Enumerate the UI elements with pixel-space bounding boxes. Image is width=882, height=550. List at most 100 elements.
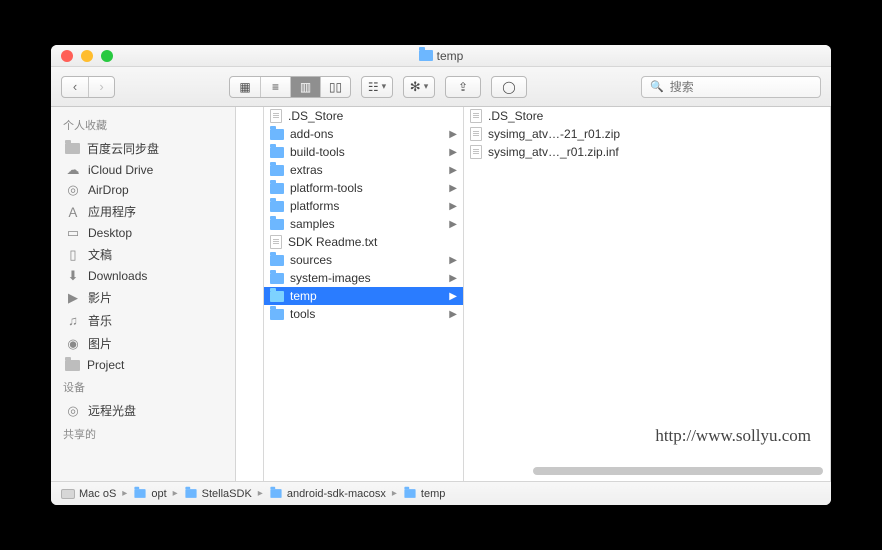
column-1: .DS_Storeadd-ons▶build-tools▶extras▶plat… — [264, 107, 464, 481]
view-list-button[interactable]: ≡ — [260, 77, 290, 97]
file-row[interactable]: sysimg_atv…-21_r01.zip — [464, 125, 830, 143]
sidebar-item[interactable]: Project — [51, 355, 235, 375]
file-icon — [470, 127, 482, 141]
search-input[interactable] — [670, 80, 825, 94]
sidebar-item[interactable]: ◉图片 — [51, 332, 235, 355]
file-row[interactable]: sysimg_atv…_r01.zip.inf — [464, 143, 830, 161]
file-row[interactable]: platforms ▶ — [264, 197, 463, 215]
file-row[interactable]: add-ons ▶ — [264, 125, 463, 143]
path-segment[interactable]: Mac oS — [79, 488, 116, 500]
chevron-right-icon: ▶ — [449, 165, 457, 176]
forward-button[interactable]: › — [88, 77, 114, 97]
sidebar-item[interactable]: ⬇︎Downloads — [51, 266, 235, 286]
folder-icon — [270, 129, 284, 140]
sidebar-item[interactable]: ▶︎影片 — [51, 286, 235, 309]
share-button[interactable]: ⇪ — [445, 76, 481, 98]
view-gallery-button[interactable]: ▯▯ — [320, 77, 350, 97]
gear-icon: ✻ — [410, 79, 421, 95]
chevron-right-icon: ▶ — [449, 309, 457, 320]
chevron-right-icon: ▶ — [449, 129, 457, 140]
list-icon: ≡ — [272, 80, 279, 94]
sidebar-section-header: 设备 — [51, 375, 235, 399]
chevron-right-icon: ▶ — [449, 219, 457, 230]
file-row[interactable]: tools ▶ — [264, 305, 463, 323]
file-row[interactable]: sources ▶ — [264, 251, 463, 269]
sidebar-item-label: 应用程序 — [88, 203, 136, 220]
cloud-icon: ☁︎ — [65, 163, 81, 177]
file-row[interactable]: platform-tools▶ — [264, 179, 463, 197]
sidebar-item-label: Downloads — [88, 269, 147, 283]
movies-icon: ▶︎ — [65, 291, 81, 305]
sidebar-item[interactable]: ◎AirDrop — [51, 180, 235, 200]
folder-icon — [270, 165, 284, 176]
file-row[interactable]: SDK Readme.txt — [264, 233, 463, 251]
folder-icon — [270, 147, 284, 158]
search-icon: 🔍 — [650, 80, 664, 93]
file-name: add-ons — [290, 127, 333, 141]
sidebar-item[interactable]: ▭Desktop — [51, 223, 235, 243]
file-icon — [270, 235, 282, 249]
music-icon: ♫ — [65, 314, 81, 328]
file-row[interactable]: .DS_Store — [464, 107, 830, 125]
sidebar-item[interactable]: 百度云同步盘 — [51, 137, 235, 160]
column-2: .DS_Storesysimg_atv…-21_r01.zipsysimg_at… — [464, 107, 831, 481]
horizontal-scrollbar[interactable] — [236, 467, 823, 477]
file-name: sources — [290, 253, 332, 267]
file-icon — [270, 109, 282, 123]
applications-icon: Ａ — [65, 205, 81, 219]
folder-icon — [270, 183, 284, 194]
sidebar-item[interactable]: ☁︎ iCloud Drive — [51, 160, 235, 180]
sidebar-item[interactable]: ▯文稿 — [51, 243, 235, 266]
file-row[interactable]: system-images▶ — [264, 269, 463, 287]
file-row[interactable]: temp▶ — [264, 287, 463, 305]
path-segment[interactable]: android-sdk-macosx — [287, 488, 386, 500]
sidebar-item[interactable]: Ａ 应用程序 — [51, 200, 235, 223]
arrange-button[interactable]: ☷▾ — [362, 77, 392, 97]
file-name: tools — [290, 307, 315, 321]
path-separator: ▸ — [120, 488, 129, 499]
share-icon: ⇪ — [458, 80, 468, 94]
zoom-button[interactable] — [101, 50, 113, 62]
file-icon — [470, 109, 482, 123]
folder-icon — [270, 309, 284, 320]
file-name: SDK Readme.txt — [288, 235, 377, 249]
chevron-right-icon: ▶ — [449, 273, 457, 284]
view-icon-button[interactable]: ▦ — [230, 77, 260, 97]
tags-button[interactable]: ◯ — [491, 76, 527, 98]
minimize-button[interactable] — [81, 50, 93, 62]
sidebar-section-header: 共享的 — [51, 422, 235, 446]
nav-buttons: ‹ › — [61, 76, 115, 98]
search-field[interactable]: 🔍 — [641, 76, 821, 98]
path-segment[interactable]: StellaSDK — [202, 488, 252, 500]
sidebar-item-label: 远程光盘 — [88, 402, 136, 419]
close-button[interactable] — [61, 50, 73, 62]
file-row[interactable]: extras▶ — [264, 161, 463, 179]
chevron-right-icon: ▶ — [449, 147, 457, 158]
sidebar-item-label: Project — [87, 358, 124, 372]
folder-icon — [419, 50, 433, 61]
back-button[interactable]: ‹ — [62, 77, 88, 97]
traffic-lights — [51, 50, 113, 62]
path-segment[interactable]: opt — [151, 488, 166, 500]
folder-icon — [270, 255, 284, 266]
path-separator: ▸ — [171, 488, 180, 499]
file-row[interactable]: .DS_Store — [264, 107, 463, 125]
path-segment[interactable]: temp — [421, 488, 445, 500]
chevron-right-icon: ▶ — [449, 201, 457, 212]
sidebar-item[interactable]: ♫音乐 — [51, 309, 235, 332]
chevron-right-icon: ▶ — [449, 255, 457, 266]
file-icon — [470, 145, 482, 159]
action-button[interactable]: ✻▾ — [404, 77, 434, 97]
file-name: platforms — [290, 199, 339, 213]
sidebar-item-label: iCloud Drive — [88, 163, 153, 177]
view-column-button[interactable]: ▥ — [290, 77, 320, 97]
folder-icon — [185, 489, 196, 498]
window-title: temp — [51, 49, 831, 63]
file-row[interactable]: build-tools▶ — [264, 143, 463, 161]
sidebar-item-label: 图片 — [88, 335, 112, 352]
file-row[interactable]: samples▶ — [264, 215, 463, 233]
folder-icon — [65, 143, 80, 154]
grid-icon: ▦ — [239, 80, 250, 94]
documents-icon: ▯ — [65, 248, 81, 262]
sidebar-item[interactable]: ◎远程光盘 — [51, 399, 235, 422]
